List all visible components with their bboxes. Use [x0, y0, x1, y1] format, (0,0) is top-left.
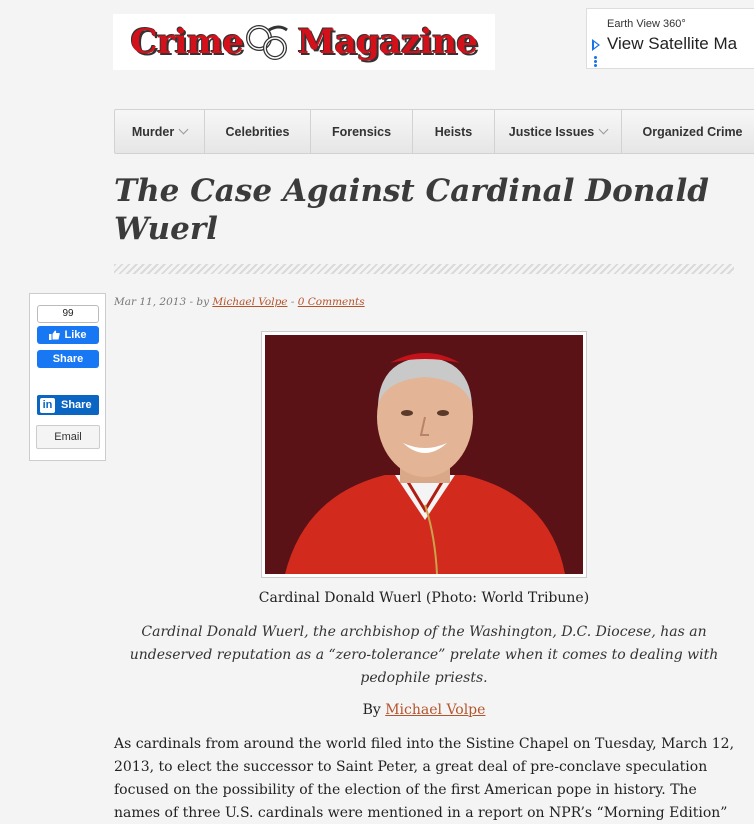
play-icon: [592, 39, 600, 51]
nav-label: Justice Issues: [508, 124, 595, 139]
portrait-image: [265, 335, 583, 574]
logo-word-magazine: Magazine: [297, 22, 478, 62]
nav-item-murder[interactable]: Murder: [115, 110, 205, 153]
thumbs-up-icon: [49, 330, 61, 340]
byline-prefix: By: [362, 702, 381, 718]
nav-item-celebrities[interactable]: Celebrities: [205, 110, 311, 153]
share-box: 99 Like Share in Share Email: [29, 293, 106, 461]
chevron-down-icon: [178, 124, 189, 135]
ad-sponsor: Earth View 360°: [607, 18, 686, 30]
facebook-share-button[interactable]: Share: [37, 350, 99, 368]
title-divider: [114, 264, 734, 274]
photo-caption: Cardinal Donald Wuerl (Photo: World Trib…: [258, 590, 590, 606]
more-options-icon[interactable]: [594, 56, 597, 68]
handcuffs-icon: [246, 25, 289, 60]
fb-share-label: Share: [52, 353, 84, 365]
author-link[interactable]: Michael Volpe: [212, 296, 287, 308]
linkedin-share-button[interactable]: in Share: [37, 395, 99, 415]
nav-item-organized-crime[interactable]: Organized Crime: [622, 110, 754, 153]
nav-label: Forensics: [331, 124, 392, 139]
ad-headline[interactable]: View Satellite Ma: [607, 34, 737, 54]
article-byline: By Michael Volpe: [114, 702, 734, 718]
li-share-label: Share: [61, 399, 92, 411]
article-meta: Mar 11, 2013 - by Michael Volpe - 0 Comm…: [114, 296, 365, 308]
byline-author-link[interactable]: Michael Volpe: [385, 702, 485, 718]
like-label: Like: [64, 329, 87, 341]
advertisement[interactable]: Earth View 360° View Satellite Ma: [586, 8, 754, 69]
article-photo: [261, 331, 587, 578]
nav-item-forensics[interactable]: Forensics: [311, 110, 413, 153]
site-logo[interactable]: Crime Magazine: [113, 14, 495, 70]
logo-word-crime: Crime: [130, 22, 244, 62]
chevron-down-icon: [598, 124, 609, 135]
comments-link[interactable]: 0 Comments: [298, 296, 365, 308]
article-date: Mar 11, 2013 - by: [114, 296, 210, 308]
facebook-like-button[interactable]: Like: [37, 326, 99, 344]
nav-item-justice-issues[interactable]: Justice Issues: [495, 110, 622, 153]
nav-label: Celebrities: [225, 124, 290, 139]
nav-label: Heists: [434, 124, 473, 139]
share-count: 99: [37, 305, 99, 323]
nav-label: Murder: [131, 124, 175, 139]
email-share-button[interactable]: Email: [36, 425, 100, 449]
main-nav: Murder Celebrities Forensics Heists Just…: [114, 109, 754, 154]
article-title: The Case Against Cardinal Donald Wuerl: [114, 173, 709, 247]
linkedin-icon: in: [40, 397, 55, 413]
article-dek: Cardinal Donald Wuerl, the archbishop of…: [129, 624, 719, 686]
nav-item-heists[interactable]: Heists: [413, 110, 495, 153]
nav-label: Organized Crime: [642, 124, 743, 139]
article-body: As cardinals from around the world filed…: [114, 736, 735, 821]
